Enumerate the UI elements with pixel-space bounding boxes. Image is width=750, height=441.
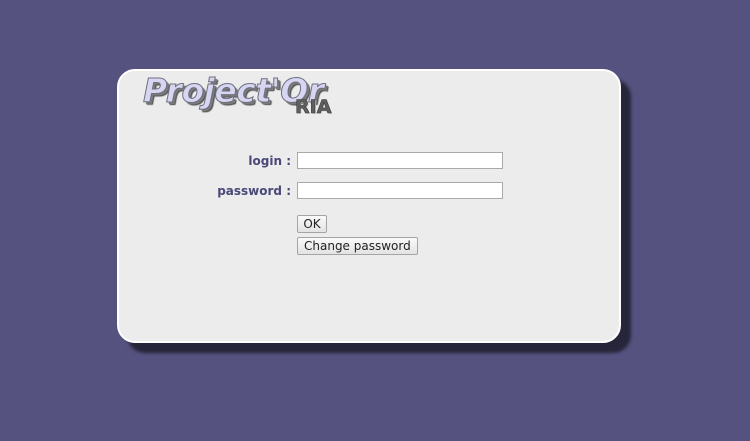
change-password-button[interactable]: Change password (297, 237, 418, 255)
password-input[interactable] (297, 182, 503, 199)
app-logo: Project'Or RIA (143, 72, 353, 123)
login-label: login : (248, 154, 291, 168)
ok-button[interactable]: OK (297, 215, 327, 233)
logo-sub-text: RIA (295, 96, 332, 118)
password-label: password : (217, 184, 291, 198)
login-panel: Project'Or RIA login : password : OK Cha… (117, 69, 621, 343)
login-input[interactable] (297, 152, 503, 169)
